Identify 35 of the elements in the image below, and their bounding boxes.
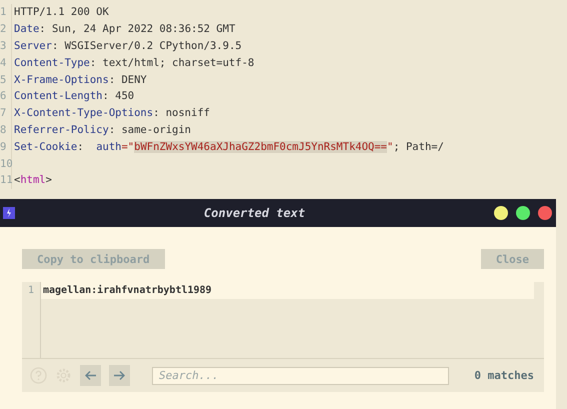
code-line: Date: Sun, 24 Apr 2022 08:36:52 GMT [14, 23, 236, 36]
match-count: 0 matches [474, 369, 534, 382]
line-number: 3 [0, 38, 12, 54]
minimize-button[interactable] [494, 206, 508, 220]
code-line: Server: WSGIServer/0.2 CPython/3.9.5 [14, 40, 242, 52]
line-number: 10 [0, 155, 12, 172]
left-arrow-icon [84, 370, 97, 381]
code-line: <html> [14, 174, 52, 186]
close-button[interactable] [538, 206, 552, 220]
search-field[interactable]: Search... [152, 366, 449, 384]
code-line: Content-Length: 450 [14, 90, 134, 102]
next-button[interactable] [109, 365, 130, 386]
line-number: 2 [0, 20, 12, 38]
line-number: 6 [0, 88, 12, 105]
line-number: 9 [0, 138, 12, 156]
line-number: 1 [0, 4, 12, 21]
code-line: Content-Type: text/html; charset=utf-8 [14, 56, 254, 69]
lightning-icon [3, 207, 15, 219]
line-number: 8 [0, 122, 12, 138]
line-number: 5 [0, 71, 12, 88]
copy-button[interactable]: Copy to clipboard [22, 249, 165, 269]
code-line: Referrer-Policy: same-origin [14, 124, 192, 136]
code-line: X-Content-Type-Options: nosniff [14, 107, 210, 120]
line-number: 11 [0, 172, 12, 189]
maximize-button[interactable] [516, 206, 530, 220]
code-line: HTTP/1.1 200 OK [14, 6, 109, 18]
code-line: Set-Cookie: auth="bWFnZWxsYW46aXJhaGZ2bmF0cmJ5YnRsMTk4OQ=="; Path=/ [14, 140, 444, 153]
line-number: 1 [26, 285, 36, 296]
code-line: X-Frame-Options: DENY [14, 74, 147, 86]
window-title: Converted text [202, 206, 306, 220]
close-button[interactable]: Close [480, 249, 544, 269]
line-number: 7 [0, 104, 12, 122]
right-arrow-icon [113, 370, 126, 381]
previous-button[interactable] [80, 365, 101, 386]
line-number: 4 [0, 54, 12, 72]
